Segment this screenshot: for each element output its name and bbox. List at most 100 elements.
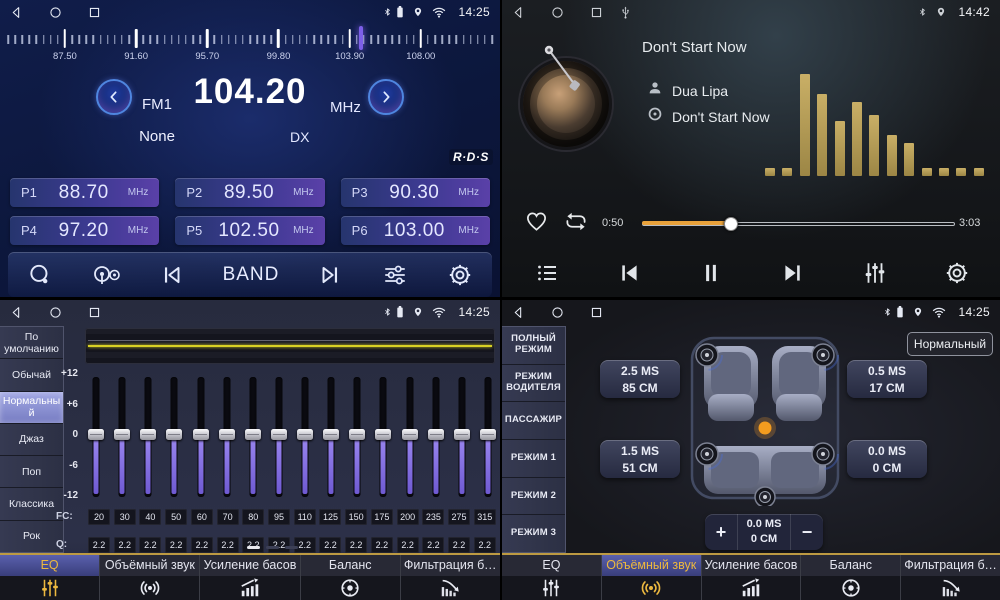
eq-slider-thumb[interactable]: [114, 429, 130, 440]
eq-band-slider[interactable]: [323, 377, 339, 497]
tab-surround-sound[interactable]: Объёмный звук: [601, 555, 701, 600]
eq-band-slider[interactable]: [297, 377, 313, 497]
tab-balance[interactable]: Баланс: [300, 555, 400, 600]
recents-button[interactable]: [590, 306, 603, 319]
eq-slider-thumb[interactable]: [271, 429, 287, 440]
eq-band-slider[interactable]: [245, 377, 261, 497]
soundfield-mode-item[interactable]: РЕЖИМ 1: [502, 440, 565, 478]
eq-preset-item[interactable]: По умолчанию: [0, 327, 63, 359]
frequency-tick: [57, 35, 59, 44]
equalizer-button[interactable]: [862, 260, 888, 286]
eq-slider-thumb[interactable]: [480, 429, 496, 440]
home-button[interactable]: [551, 306, 564, 319]
preset-p6[interactable]: P6103.00MHz: [341, 216, 490, 245]
back-button[interactable]: [512, 306, 525, 319]
eq-slider-thumb[interactable]: [323, 429, 339, 440]
scan-button[interactable]: [27, 262, 53, 288]
eq-slider-thumb[interactable]: [219, 429, 235, 440]
eq-band-slider[interactable]: [193, 377, 209, 497]
eq-slider-thumb[interactable]: [428, 429, 444, 440]
frequency-tick: [71, 35, 73, 44]
rear-right-delay-button[interactable]: 0.0 MS 0 CM: [847, 440, 927, 478]
tab-bass-boost[interactable]: Усиление басов: [199, 555, 299, 600]
decrease-delay-button[interactable]: −: [791, 514, 823, 550]
settings-button[interactable]: [944, 260, 970, 286]
band-button[interactable]: BAND: [223, 264, 280, 286]
listener-position-dot[interactable]: [759, 422, 772, 435]
radio-seek-button[interactable]: [91, 262, 121, 288]
seek-thumb[interactable]: [724, 217, 738, 231]
eq-slider-thumb[interactable]: [297, 429, 313, 440]
favorite-button[interactable]: [524, 210, 549, 236]
next-station-button[interactable]: [317, 262, 343, 288]
tab-balance[interactable]: Баланс: [800, 555, 900, 600]
eq-band-slider[interactable]: [88, 377, 104, 497]
eq-band-slider[interactable]: [349, 377, 365, 497]
front-left-delay-button[interactable]: 2.5 MS 85 CM: [600, 360, 680, 398]
front-right-delay-button[interactable]: 0.5 MS 17 CM: [847, 360, 927, 398]
soundfield-mode-item[interactable]: РЕЖИМ ВОДИТЕЛЯ: [502, 365, 565, 403]
eq-band-slider[interactable]: [402, 377, 418, 497]
pause-button[interactable]: [698, 260, 724, 286]
tune-up-button[interactable]: [368, 79, 404, 115]
seek-bar[interactable]: [642, 216, 955, 230]
eq-slider-thumb[interactable]: [193, 429, 209, 440]
soundfield-mode-item[interactable]: РЕЖИМ 3: [502, 515, 565, 552]
previous-station-button[interactable]: [159, 262, 185, 288]
back-button[interactable]: [10, 6, 23, 19]
recents-button[interactable]: [590, 6, 603, 19]
home-button[interactable]: [49, 6, 62, 19]
soundfield-mode-item[interactable]: РЕЖИМ 2: [502, 478, 565, 516]
eq-band-slider[interactable]: [454, 377, 470, 497]
eq-preset-item[interactable]: Рок: [0, 521, 63, 552]
eq-band-slider[interactable]: [271, 377, 287, 497]
rear-left-delay-button[interactable]: 1.5 MS 51 CM: [600, 440, 680, 478]
frequency-scale-label: 108.00: [406, 51, 435, 62]
tune-down-button[interactable]: [96, 79, 132, 115]
tab-filter[interactable]: Фильтрация басов: [900, 555, 1000, 600]
eq-band-slider[interactable]: [375, 377, 391, 497]
home-button[interactable]: [551, 6, 564, 19]
preset-p3[interactable]: P390.30MHz: [341, 178, 490, 207]
preset-p4[interactable]: P497.20MHz: [10, 216, 159, 245]
soundfield-mode-item[interactable]: ПОЛНЫЙ РЕЖИМ: [502, 327, 565, 365]
increase-delay-button[interactable]: +: [705, 514, 737, 550]
eq-band-slider[interactable]: [219, 377, 235, 497]
eq-slider-thumb[interactable]: [349, 429, 365, 440]
previous-track-button[interactable]: [616, 260, 642, 286]
tab-eq[interactable]: EQ: [0, 555, 99, 600]
eq-band-slider[interactable]: [428, 377, 444, 497]
tab-eq[interactable]: EQ: [502, 555, 601, 600]
preset-p2[interactable]: P289.50MHz: [175, 178, 324, 207]
audio-settings-button[interactable]: [381, 262, 409, 288]
tab-surround-sound[interactable]: Объёмный звук: [99, 555, 199, 600]
eq-band-slider[interactable]: [480, 377, 496, 497]
eq-slider-thumb[interactable]: [88, 429, 104, 440]
recents-button[interactable]: [88, 306, 101, 319]
eq-slider-thumb[interactable]: [166, 429, 182, 440]
preset-p5[interactable]: P5102.50MHz: [175, 216, 324, 245]
eq-slider-thumb[interactable]: [454, 429, 470, 440]
repeat-button[interactable]: [562, 210, 590, 236]
settings-button[interactable]: [447, 262, 473, 288]
playlist-button[interactable]: [534, 261, 560, 285]
radio-frequency-scale[interactable]: 87.5091.6095.7099.80103.90108.00: [8, 26, 492, 62]
tab-bass-boost[interactable]: Усиление басов: [701, 555, 801, 600]
tab-filter[interactable]: Фильтрация басов: [400, 555, 500, 600]
status-bar: 14:25: [0, 300, 500, 324]
eq-band-slider[interactable]: [114, 377, 130, 497]
eq-slider-thumb[interactable]: [245, 429, 261, 440]
eq-slider-thumb[interactable]: [375, 429, 391, 440]
home-button[interactable]: [49, 306, 62, 319]
eq-slider-thumb[interactable]: [140, 429, 156, 440]
back-button[interactable]: [512, 6, 525, 19]
eq-band-slider[interactable]: [166, 377, 182, 497]
preset-p1[interactable]: P188.70MHz: [10, 178, 159, 207]
soundfield-mode-item[interactable]: ПАССАЖИР: [502, 402, 565, 440]
eq-slider-thumb[interactable]: [402, 429, 418, 440]
eq-band-slider[interactable]: [140, 377, 156, 497]
next-track-button[interactable]: [780, 260, 806, 286]
recents-button[interactable]: [88, 6, 101, 19]
sound-preset-button[interactable]: Нормальный: [907, 332, 993, 356]
back-button[interactable]: [10, 306, 23, 319]
